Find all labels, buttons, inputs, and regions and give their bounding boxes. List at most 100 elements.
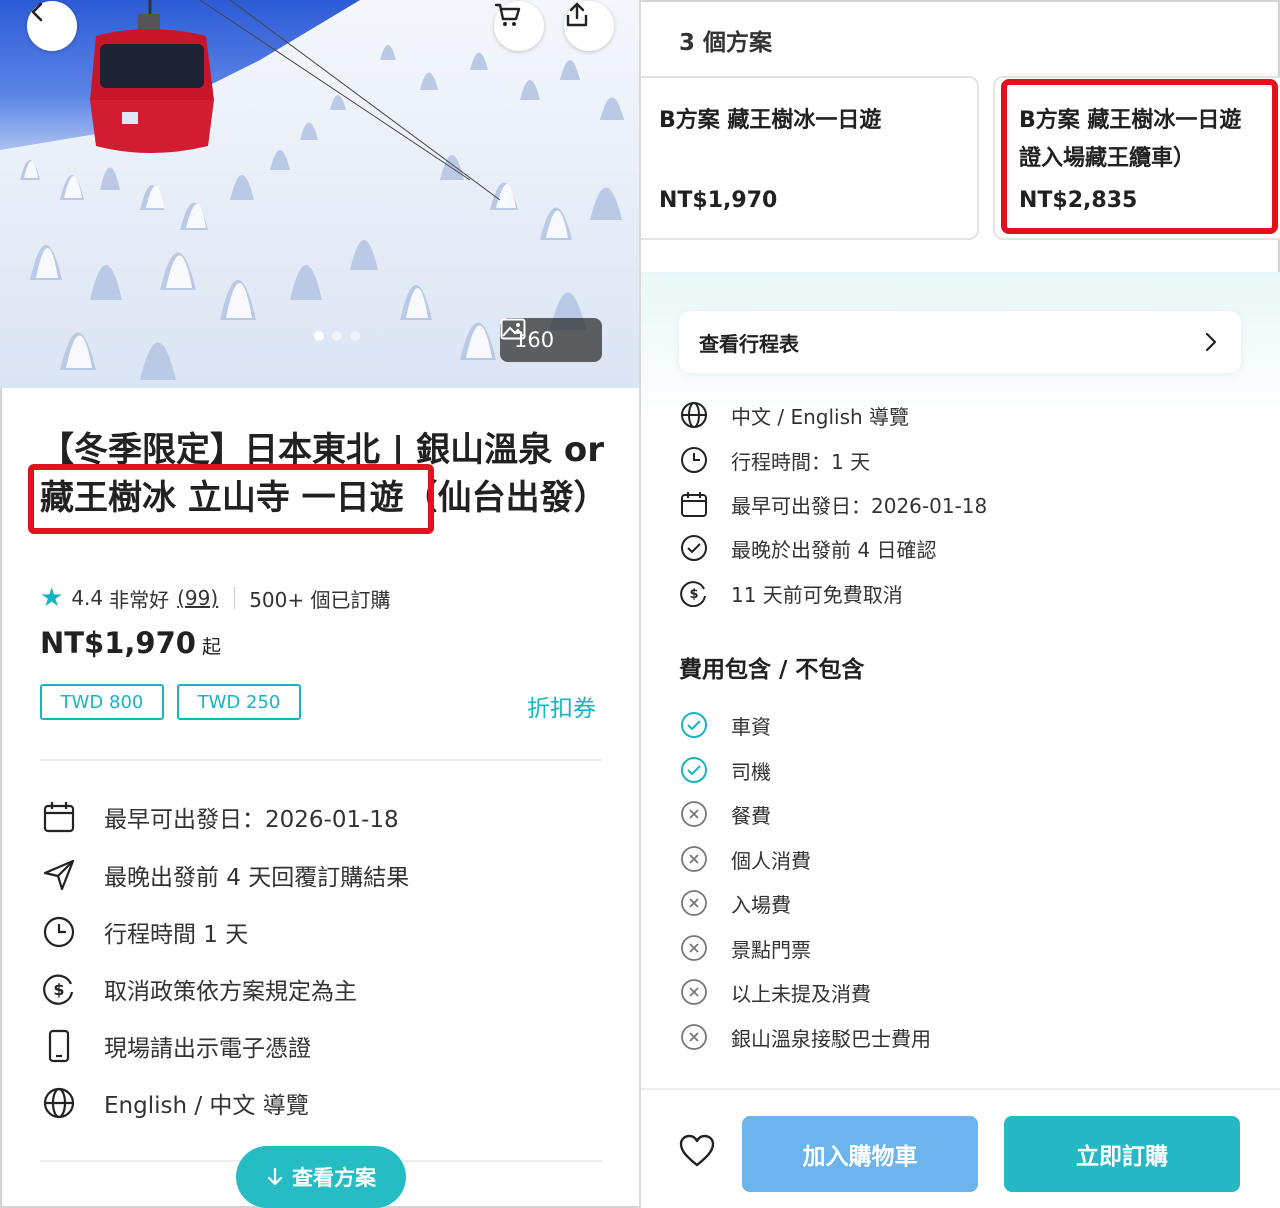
- arrow-down-icon: [267, 1167, 283, 1186]
- check-circle-icon: [679, 710, 709, 740]
- plan-price: NT$1,970: [659, 188, 778, 213]
- divider: [40, 759, 602, 761]
- feature-row: 現場請出示電子憑證: [40, 1027, 311, 1065]
- review-count-link[interactable]: (99): [177, 586, 218, 610]
- fee-row-excluded: 銀山溫泉接駁巴士費用: [679, 1022, 931, 1052]
- feature-text: 最晚出發前 4 天回覆訂購結果: [104, 865, 410, 891]
- detail-row: 最晚於出發前 4 日確認: [679, 533, 936, 563]
- star-icon: ★: [40, 583, 64, 613]
- feature-row: English / 中文 導覽: [40, 1084, 309, 1122]
- action-bar: 加入購物車 立即訂購: [641, 1088, 1280, 1208]
- carousel-dot: [332, 331, 342, 341]
- fee-text: 車資: [731, 714, 771, 739]
- booked-count: 500+ 個已訂購: [249, 587, 391, 612]
- feature-text: 最早可出發日：2026-01-18: [104, 807, 399, 833]
- highlight-box-title: [28, 464, 434, 534]
- price-suffix: 起: [201, 636, 221, 658]
- calendar-icon: [679, 489, 709, 519]
- rating-row: ★ 4.4 非常好 (99) 500+ 個已訂購: [40, 583, 390, 613]
- feature-text: 行程時間 1 天: [104, 922, 249, 948]
- clock-icon: [679, 445, 709, 475]
- price-from: NT$1,970 起: [40, 626, 221, 660]
- fee-text: 個人消費: [731, 848, 811, 873]
- fee-row-excluded: 景點門票: [679, 933, 811, 963]
- fee-row-included: 司機: [679, 755, 771, 785]
- fee-text: 入場費: [731, 892, 791, 917]
- fee-row-included: 車資: [679, 710, 771, 740]
- itinerary-label: 查看行程表: [699, 331, 799, 356]
- phone-icon: [40, 1027, 78, 1065]
- back-button[interactable]: [27, 1, 77, 51]
- fee-text: 景點門票: [731, 937, 811, 962]
- plan-card[interactable]: B方案 藏王樹冰一日遊 NT$1,970: [641, 76, 979, 240]
- share-button[interactable]: [564, 1, 614, 51]
- add-to-cart-button[interactable]: 加入購物車: [742, 1116, 978, 1192]
- detail-text: 行程時間：1 天: [731, 449, 871, 474]
- product-overview-panel: 160 【冬季限定】日本東北 | 銀山溫泉 or 藏王樹冰 立山寺 一日遊（仙台…: [0, 0, 640, 1208]
- rating-separator: [234, 587, 236, 609]
- itinerary-button[interactable]: 查看行程表: [679, 311, 1241, 373]
- globe-icon: [40, 1084, 78, 1122]
- fee-text: 銀山溫泉接駁巴士費用: [731, 1026, 931, 1051]
- view-plans-button[interactable]: 查看方案: [236, 1146, 406, 1208]
- svg-text:$: $: [53, 980, 64, 999]
- heart-icon[interactable]: [679, 1134, 715, 1168]
- plan-name: B方案 藏王樹冰一日遊: [659, 108, 882, 133]
- plans-count: 3 個方案: [679, 30, 773, 56]
- fee-row-excluded: 入場費: [679, 888, 791, 918]
- x-circle-icon: [679, 1022, 709, 1052]
- feature-row: 最早可出發日：2026-01-18: [40, 798, 399, 836]
- dollar-cancel-icon: $: [679, 578, 709, 608]
- chevron-right-icon: [1205, 332, 1217, 352]
- x-circle-icon: [679, 799, 709, 829]
- photo-count-badge[interactable]: 160: [500, 318, 602, 362]
- fee-row-excluded: 餐費: [679, 799, 771, 829]
- chevron-left-icon: [31, 2, 43, 22]
- feature-row: 最晚出發前 4 天回覆訂購結果: [40, 856, 409, 894]
- fee-text: 以上未提及消費: [731, 981, 871, 1006]
- clock-icon: [40, 913, 78, 951]
- fee-text: 餐費: [731, 803, 771, 828]
- plan-detail-panel: 3 個方案 B方案 藏王樹冰一日遊 NT$1,970 B方案 藏王樹冰一日遊 證…: [641, 0, 1280, 1208]
- carousel-dot-active: [314, 331, 324, 341]
- coupon-chip[interactable]: TWD 250: [177, 684, 301, 720]
- check-circle-icon: [679, 755, 709, 785]
- cart-button[interactable]: [494, 1, 544, 51]
- fee-text: 司機: [731, 759, 771, 784]
- x-circle-icon: [679, 888, 709, 918]
- coupon-chip[interactable]: TWD 800: [40, 684, 164, 720]
- feature-row: 行程時間 1 天: [40, 913, 248, 951]
- share-icon: [566, 2, 588, 27]
- cable-car: [90, 14, 214, 153]
- x-circle-icon: [679, 977, 709, 1007]
- rating-label: 非常好: [109, 587, 170, 612]
- coupon-link[interactable]: 折扣券: [527, 689, 596, 723]
- check-circle-icon: [679, 533, 709, 563]
- fees-title: 費用包含 / 不包含: [679, 657, 865, 683]
- svg-text:$: $: [689, 587, 698, 602]
- price-value: NT$1,970: [40, 626, 196, 660]
- detail-text: 中文 / English 導覽: [731, 404, 910, 429]
- cart-icon: [494, 3, 521, 26]
- book-now-button[interactable]: 立即訂購: [1004, 1116, 1240, 1192]
- detail-row: 最早可出發日：2026-01-18: [679, 489, 987, 519]
- detail-text: 11 天前可免費取消: [731, 582, 903, 607]
- detail-row: $ 11 天前可免費取消: [679, 578, 903, 608]
- send-icon: [40, 856, 78, 894]
- image-icon: [500, 318, 526, 340]
- detail-row: 中文 / English 導覽: [679, 400, 909, 430]
- coupon-label: TWD 250: [197, 691, 281, 713]
- hero-photo[interactable]: 160: [0, 0, 640, 388]
- feature-row: $ 取消政策依方案規定為主: [40, 970, 357, 1008]
- detail-row: 行程時間：1 天: [679, 445, 870, 475]
- feature-text: 現場請出示電子憑證: [104, 1036, 311, 1062]
- coupon-label: TWD 800: [60, 691, 144, 713]
- detail-text: 最早可出發日：2026-01-18: [731, 493, 988, 518]
- x-circle-icon: [679, 844, 709, 874]
- globe-icon: [679, 400, 709, 430]
- carousel-indicator: [314, 331, 360, 341]
- fee-row-excluded: 個人消費: [679, 844, 811, 874]
- feature-text: 取消政策依方案規定為主: [104, 979, 357, 1005]
- fee-row-excluded: 以上未提及消費: [679, 977, 871, 1007]
- dollar-cancel-icon: $: [40, 970, 78, 1008]
